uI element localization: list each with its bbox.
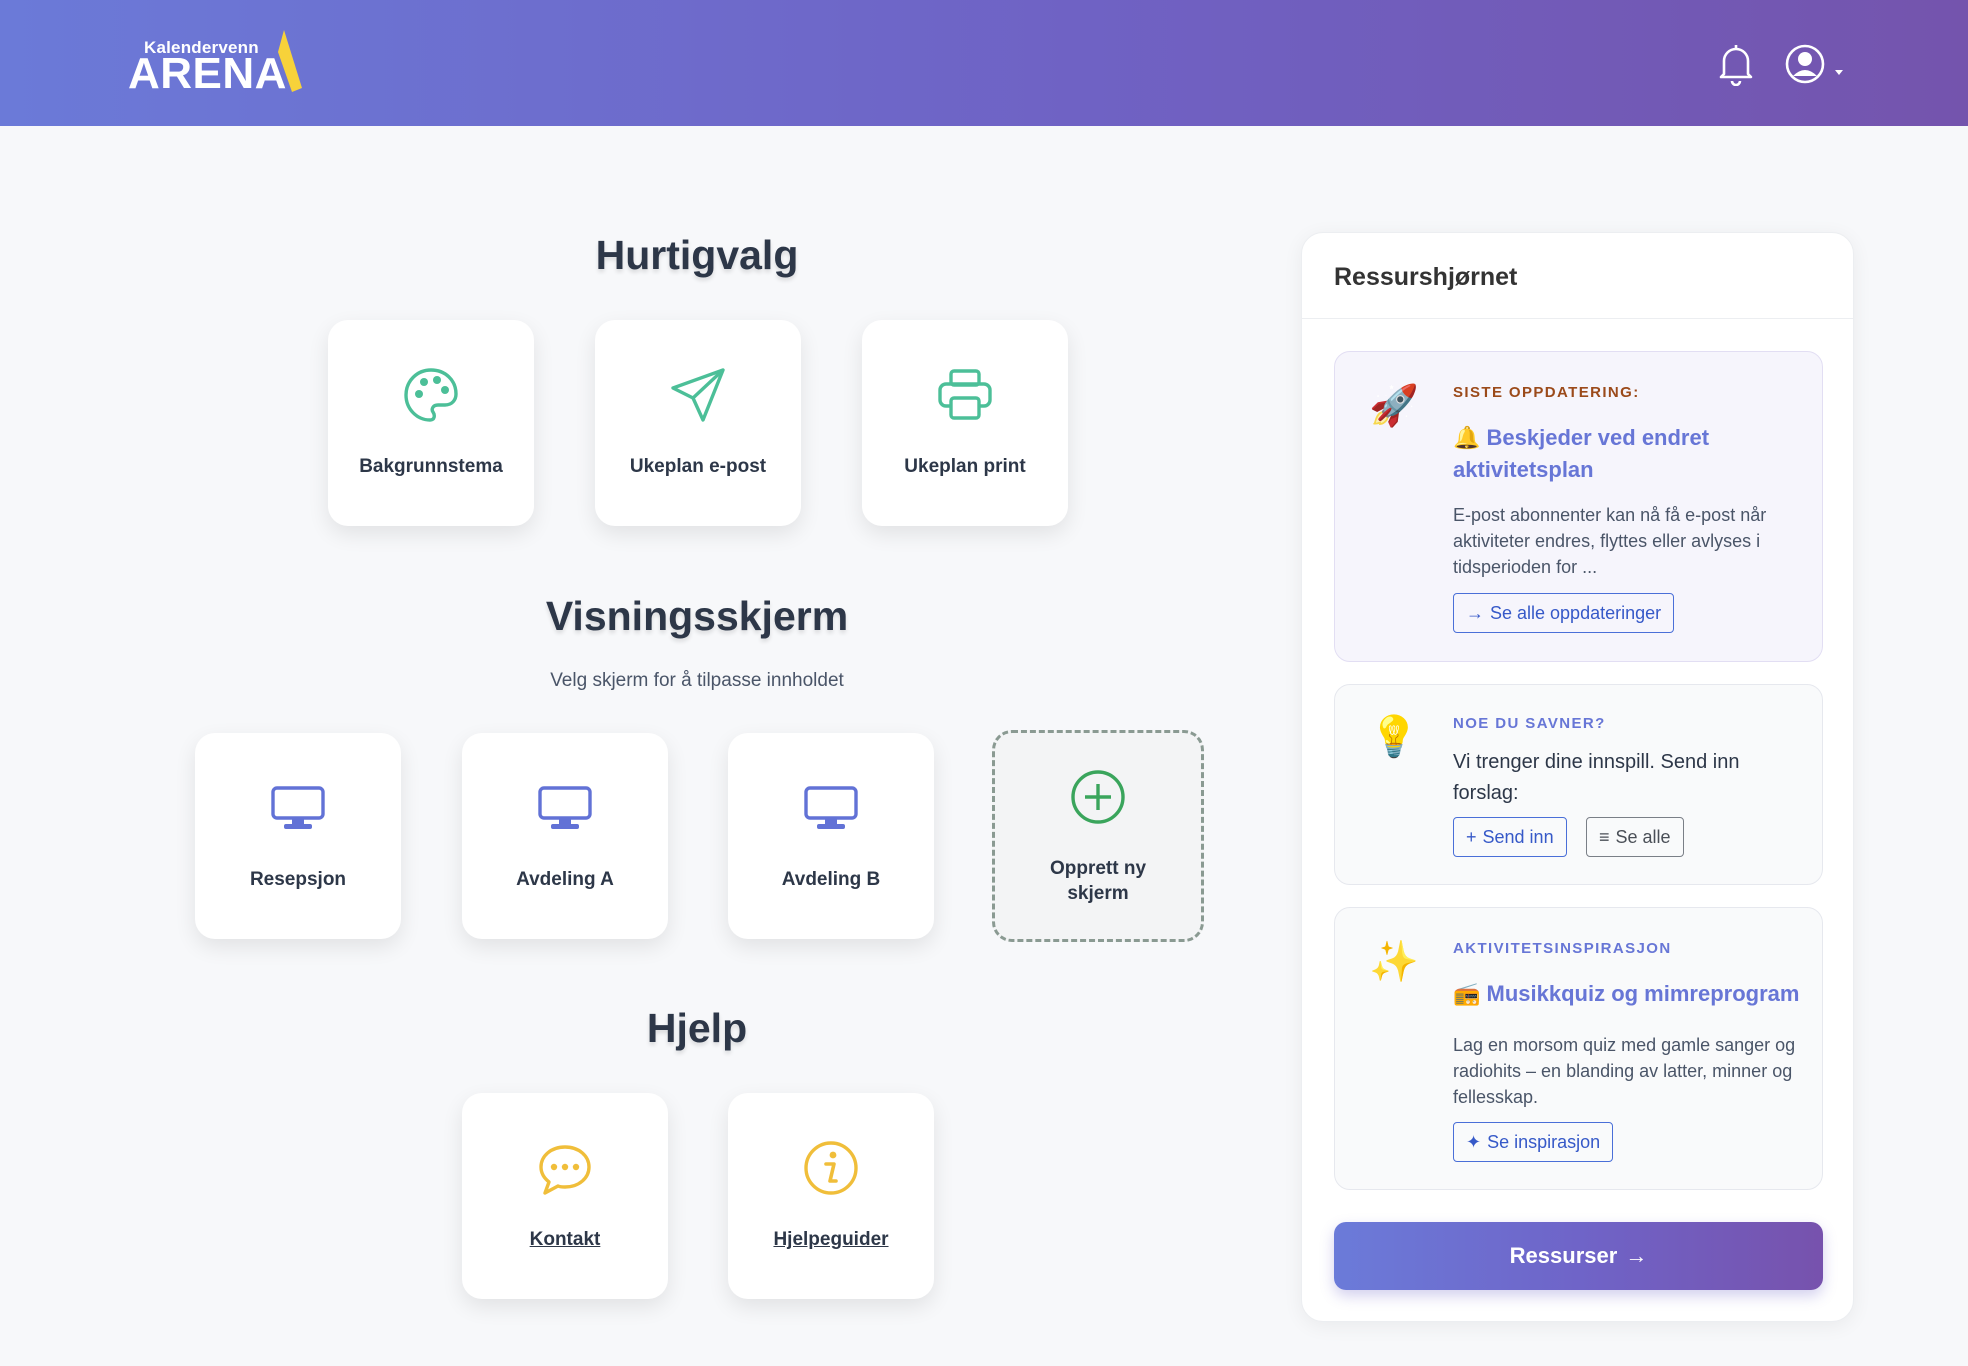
tile-label: Avdeling A bbox=[516, 869, 614, 890]
sparkles-icon: ✨ bbox=[1369, 940, 1419, 984]
tile-label: Bakgrunnstema bbox=[359, 456, 503, 477]
suggestion-text: Vi trenger dine innspill. Send inn forsl… bbox=[1453, 751, 1740, 804]
printer-icon bbox=[938, 369, 992, 420]
top-header: Kalendervenn ARENA bbox=[0, 0, 1968, 126]
button-label: Se alle bbox=[1615, 827, 1671, 847]
tile-label: Ukeplan print bbox=[904, 456, 1026, 477]
logo-title: ARENA bbox=[128, 49, 287, 98]
inspiration-kicker: AKTIVITETSINSPIRASJON bbox=[1453, 940, 1672, 957]
tile-label: Resepsjon bbox=[249, 869, 347, 890]
chat-bubble-icon bbox=[539, 1145, 591, 1195]
tile-help-guides[interactable]: Hjelpeguider bbox=[728, 1093, 934, 1299]
arrow-right-icon: → bbox=[1466, 603, 1484, 623]
button-label: Se inspirasjon bbox=[1487, 1132, 1601, 1152]
update-title-link[interactable]: 🔔 Beskjeder ved endret aktivitetsplan bbox=[1453, 422, 1803, 486]
see-all-updates-button[interactable]: → Se alle oppdateringer bbox=[1453, 593, 1675, 633]
user-menu-icon[interactable] bbox=[1785, 42, 1847, 86]
create-label-line1: Opprett ny bbox=[1049, 858, 1147, 879]
list-icon: ≡ bbox=[1599, 827, 1610, 847]
monitor-icon bbox=[271, 786, 325, 829]
monitor-icon bbox=[538, 786, 592, 829]
lightbulb-icon: 💡 bbox=[1369, 715, 1419, 759]
plus-icon: + bbox=[1466, 827, 1477, 847]
inspiration-text: Lag en morsom quiz med gamle sanger og r… bbox=[1453, 1035, 1796, 1107]
help-guides-link[interactable]: Hjelpeguider bbox=[728, 1229, 934, 1251]
monitor-icon bbox=[804, 786, 858, 829]
tile-screen-reception[interactable]: Resepsjon bbox=[195, 733, 401, 939]
app-logo[interactable]: Kalendervenn ARENA bbox=[128, 26, 308, 96]
button-label: Se alle oppdateringer bbox=[1490, 603, 1662, 623]
button-label: Send inn bbox=[1482, 827, 1554, 847]
contact-link[interactable]: Kontakt bbox=[462, 1229, 668, 1251]
tile-screen-dept-a[interactable]: Avdeling A bbox=[462, 733, 668, 939]
tile-screen-dept-b[interactable]: Avdeling B bbox=[728, 733, 934, 939]
sparkle-icon: ✦ bbox=[1466, 1132, 1482, 1152]
rocket-icon: 🚀 bbox=[1369, 384, 1419, 428]
inspiration-title-link[interactable]: 📻 Musikkquiz og mimreprogram bbox=[1453, 978, 1813, 1010]
plus-circle-icon bbox=[1071, 770, 1125, 824]
tile-weekplan-email[interactable]: Ukeplan e-post bbox=[595, 320, 801, 526]
see-inspiration-button[interactable]: ✦ Se inspirasjon bbox=[1453, 1122, 1614, 1162]
tile-background-theme[interactable]: Bakgrunnstema bbox=[328, 320, 534, 526]
resources-button[interactable]: Ressurser → bbox=[1334, 1222, 1823, 1290]
tile-label: Ukeplan e-post bbox=[629, 456, 767, 477]
palette-icon bbox=[404, 368, 458, 422]
panel-header: Ressurshjørnet bbox=[1302, 233, 1853, 319]
update-kicker: SISTE OPPDATERING: bbox=[1453, 384, 1640, 401]
tile-weekplan-print[interactable]: Ukeplan print bbox=[862, 320, 1068, 526]
tile-label: Avdeling B bbox=[781, 869, 881, 890]
logo-mark-icon bbox=[278, 30, 302, 92]
info-icon bbox=[804, 1141, 858, 1195]
resource-panel: Ressurshjørnet 🚀 SISTE OPPDATERING: 🔔 Be… bbox=[1301, 232, 1854, 1322]
inspiration-card: ✨ AKTIVITETSINSPIRASJON 📻 Musikkquiz og … bbox=[1334, 907, 1823, 1190]
button-label: Ressurser bbox=[1509, 1243, 1618, 1268]
quick-section-title: Hurtigvalg bbox=[595, 232, 799, 278]
help-section-title: Hjelp bbox=[646, 1005, 748, 1051]
create-screen-button[interactable]: Opprett ny skjerm bbox=[992, 730, 1204, 942]
screens-section-title: Visningsskjerm bbox=[545, 593, 849, 639]
paper-plane-icon bbox=[671, 368, 725, 422]
bell-icon[interactable] bbox=[1716, 42, 1756, 86]
tile-contact[interactable]: Kontakt bbox=[462, 1093, 668, 1299]
send-suggestion-button[interactable]: + Send inn bbox=[1453, 817, 1567, 857]
screens-subtitle: Velg skjerm for å tilpasse innholdet bbox=[550, 670, 844, 691]
see-all-suggestions-button[interactable]: ≡ Se alle bbox=[1586, 817, 1684, 857]
update-text: E-post abonnenter kan nå få e-post når a… bbox=[1453, 505, 1767, 577]
arrow-right-icon: → bbox=[1625, 1243, 1648, 1268]
suggestion-kicker: NOE DU SAVNER? bbox=[1453, 715, 1606, 732]
panel-title: Ressurshjørnet bbox=[1334, 263, 1518, 291]
update-card: 🚀 SISTE OPPDATERING: 🔔 Beskjeder ved end… bbox=[1334, 351, 1823, 662]
create-label-line2: skjerm bbox=[1067, 883, 1129, 904]
suggestion-card: 💡 NOE DU SAVNER? Vi trenger dine innspil… bbox=[1334, 684, 1823, 885]
